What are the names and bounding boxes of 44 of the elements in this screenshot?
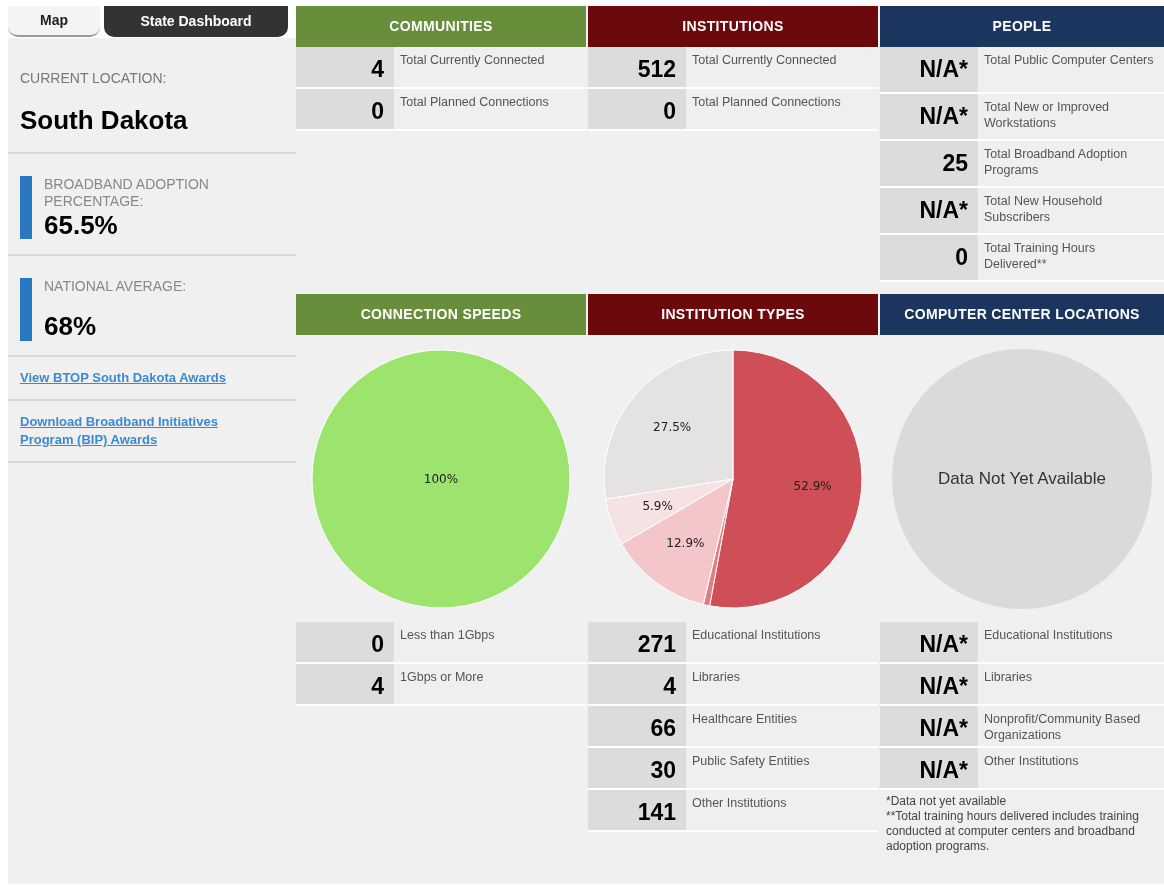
slice-label: 100% [423,471,459,486]
stat-value: N/A* [880,94,978,139]
footnote: **Total training hours delivered includes training conducted at computer centers and broadband adoption programs. [886,809,1140,854]
metric-bar [20,278,32,341]
stat-value: 0 [588,89,686,129]
stat-value: N/A* [880,664,978,704]
footnote: *Data not yet available [886,794,1008,809]
tab[interactable]: Map [8,6,100,37]
stat-value: 0 [880,235,978,280]
stat-value: 25 [880,141,978,186]
stat-value: 30 [588,748,686,788]
panel-header: CONNECTION SPEEDS [296,294,586,335]
stat-value: 512 [588,47,686,87]
slice-label: 52.9% [793,478,832,493]
stat-value: 0 [296,89,394,129]
stat-value: N/A* [880,188,978,233]
metric-bar [20,176,32,239]
stat-value: N/A* [880,622,978,662]
stat-value: 4 [296,47,394,87]
panel-header: INSTITUTIONS [588,6,878,47]
metric-label: NATIONAL AVERAGE: [44,278,187,295]
stat-value: N/A* [880,47,978,92]
stat-value: 0 [296,622,394,662]
panel-header: PEOPLE [880,6,1164,47]
tab[interactable]: State Dashboard [104,6,288,37]
metric-label: BROADBAND ADOPTION PERCENTAGE: [44,176,210,210]
slice-label: 5.9% [642,498,673,513]
panel-header: COMMUNITIES [296,6,586,47]
stat-value: 4 [296,664,394,704]
location-label: CURRENT LOCATION: [20,69,168,88]
metric-value: 65.5% [44,210,119,240]
stat-value: 271 [588,622,686,662]
panel-header: COMPUTER CENTER LOCATIONS [880,294,1164,335]
stat-value: N/A* [880,706,978,746]
empty-chart: Data Not Yet Available [892,348,1152,609]
stat-value: 66 [588,706,686,746]
stat-value: 4 [588,664,686,704]
location-name: South Dakota [20,104,189,137]
panel-header: INSTITUTION TYPES [588,294,878,335]
stat-value: N/A* [880,748,978,788]
stat-value: 141 [588,790,686,830]
slice-label: 27.5% [653,419,692,434]
slice-label: 12.9% [666,535,705,550]
metric-value: 68% [44,311,98,341]
